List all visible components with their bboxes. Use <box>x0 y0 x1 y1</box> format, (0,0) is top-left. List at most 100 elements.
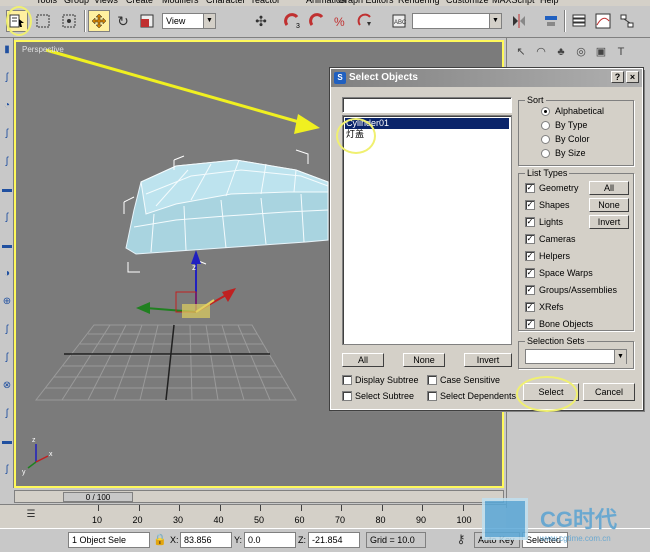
menu-item[interactable]: Views <box>94 0 118 5</box>
help-button[interactable]: ? <box>611 71 624 83</box>
cameras-checkbox[interactable]: ✓ <box>525 234 535 244</box>
tool-icon[interactable]: ʃ <box>1 352 13 364</box>
z-coord-field[interactable]: -21.854 <box>308 532 360 548</box>
x-label: X: <box>170 535 179 545</box>
types-none-button[interactable]: None <box>589 198 629 212</box>
tool-icon[interactable]: ⊗ <box>1 380 13 392</box>
menu-item[interactable]: Character <box>206 0 246 5</box>
shapes-checkbox[interactable]: ✓ <box>525 200 535 210</box>
layer-manager-icon[interactable] <box>568 10 590 32</box>
list-all-button[interactable]: All <box>342 353 384 367</box>
create-tab-icon[interactable]: ↖ <box>513 44 529 60</box>
close-button[interactable]: × <box>626 71 639 83</box>
tool-icon[interactable]: ▮ <box>1 44 13 56</box>
list-invert-button[interactable]: Invert <box>464 353 512 367</box>
types-invert-button[interactable]: Invert <box>589 215 629 229</box>
mirror-icon[interactable] <box>508 10 530 32</box>
transform-gizmo: z <box>136 250 236 318</box>
menu-item[interactable]: Rendering <box>398 0 440 5</box>
bone-objects-checkbox[interactable]: ✓ <box>525 319 535 329</box>
select-subtree-checkbox[interactable] <box>342 391 352 401</box>
select-dependents-checkbox[interactable] <box>427 391 437 401</box>
annotation-arrow <box>45 48 320 134</box>
tool-icon[interactable]: ▬ <box>1 240 13 252</box>
display-tab-icon[interactable]: ▣ <box>593 44 609 60</box>
curve-editor-icon[interactable] <box>592 10 614 32</box>
menu-item[interactable]: Customize <box>446 0 489 5</box>
sort-option-label: By Color <box>555 134 590 144</box>
name-filter-input[interactable] <box>342 97 512 113</box>
menu-item[interactable]: Group <box>64 0 89 5</box>
tool-icon[interactable]: ʃ <box>1 464 13 476</box>
menu-item[interactable]: Create <box>126 0 153 5</box>
select-subtree-label: Select Subtree <box>355 391 415 401</box>
helpers-checkbox[interactable]: ✓ <box>525 251 535 261</box>
reference-coord-select[interactable]: View ▼ <box>162 13 216 29</box>
tool-icon[interactable]: ʃ <box>1 324 13 336</box>
utilities-tab-icon[interactable]: T <box>613 44 629 60</box>
pivot-center-icon[interactable]: ✣ <box>250 10 272 32</box>
percent-snap-icon[interactable]: % <box>330 10 352 32</box>
tool-icon[interactable]: ʃ <box>1 128 13 140</box>
tool-icon[interactable]: ʃ <box>1 156 13 168</box>
angle-snap-icon[interactable] <box>306 10 328 32</box>
move-icon[interactable] <box>88 10 110 32</box>
types-all-button[interactable]: All <box>589 181 629 195</box>
tool-icon[interactable]: ▬ <box>1 436 13 448</box>
tool-icon[interactable]: ⊕ <box>1 296 13 308</box>
main-toolbar: ↻ View ▼ ✣ 3 % ABC ▼ <box>0 6 650 38</box>
timeline-tick-label: 60 <box>294 515 305 525</box>
modify-tab-icon[interactable]: ◠ <box>533 44 549 60</box>
tool-icon[interactable]: ◑ <box>1 268 13 280</box>
sort-by-color-radio[interactable] <box>541 135 550 144</box>
tool-icon[interactable]: ʃ <box>1 72 13 84</box>
align-icon[interactable] <box>540 10 562 32</box>
list-none-button[interactable]: None <box>403 353 445 367</box>
tool-icon[interactable]: ◔ <box>1 100 13 112</box>
time-slider[interactable]: 0 / 100 <box>63 492 133 502</box>
x-coord-field[interactable]: 83.856 <box>180 532 232 548</box>
menu-item[interactable]: reactor <box>252 0 280 5</box>
spinner-snap-icon[interactable] <box>354 10 376 32</box>
timeline-tick <box>260 505 261 511</box>
named-selection-sets-select[interactable]: ▼ <box>412 13 502 29</box>
mini-curve-editor-icon[interactable]: ☰ <box>22 505 40 523</box>
motion-tab-icon[interactable]: ◎ <box>573 44 589 60</box>
case-sensitive-checkbox[interactable] <box>427 375 437 385</box>
dialog-title-text: Select Objects <box>349 72 418 83</box>
menu-item[interactable]: MAXScript <box>492 0 535 5</box>
viewport-label[interactable]: Perspective <box>22 45 64 54</box>
rect-selection-icon[interactable] <box>32 10 54 32</box>
sort-group: Sort Alphabetical By Type By Color By Si… <box>518 95 634 166</box>
tool-icon[interactable]: ʃ <box>1 212 13 224</box>
menu-item[interactable]: Help <box>540 0 559 5</box>
groups-assemblies-checkbox[interactable]: ✓ <box>525 285 535 295</box>
sort-by-type-radio[interactable] <box>541 121 550 130</box>
edit-named-selection-icon[interactable]: ABC <box>388 10 410 32</box>
xrefs-checkbox[interactable]: ✓ <box>525 302 535 312</box>
lights-checkbox[interactable]: ✓ <box>525 217 535 227</box>
geometry-checkbox[interactable]: ✓ <box>525 183 535 193</box>
schematic-view-icon[interactable] <box>616 10 638 32</box>
sort-by-size-radio[interactable] <box>541 149 550 158</box>
track-bar[interactable]: ☰ 10 20 30 40 50 60 70 80 90 100 <box>0 504 506 528</box>
y-coord-field[interactable]: 0.0 <box>244 532 296 548</box>
display-subtree-checkbox[interactable] <box>342 375 352 385</box>
rotate-icon[interactable]: ↻ <box>112 10 134 32</box>
snap-3d-icon[interactable]: 3 <box>282 10 304 32</box>
key-icon[interactable]: ⚷ <box>452 530 470 548</box>
sort-alphabetical-radio[interactable] <box>541 107 550 116</box>
lock-selection-icon[interactable]: 🔒 <box>152 530 168 548</box>
list-type-label: Lights <box>539 217 564 227</box>
tool-icon[interactable]: ʃ <box>1 408 13 420</box>
tool-icon[interactable]: ▬ <box>1 184 13 196</box>
space-warps-checkbox[interactable]: ✓ <box>525 268 535 278</box>
scale-icon[interactable] <box>136 10 158 32</box>
menu-item[interactable]: Graph Editors <box>338 0 394 5</box>
window-crossing-icon[interactable] <box>58 10 80 32</box>
menu-item[interactable]: Tools <box>36 0 57 5</box>
hierarchy-tab-icon[interactable]: ♣ <box>553 44 569 60</box>
selection-sets-select[interactable]: ▼ <box>525 349 627 364</box>
cancel-button[interactable]: Cancel <box>583 383 635 401</box>
menu-item[interactable]: Modifiers <box>162 0 199 5</box>
